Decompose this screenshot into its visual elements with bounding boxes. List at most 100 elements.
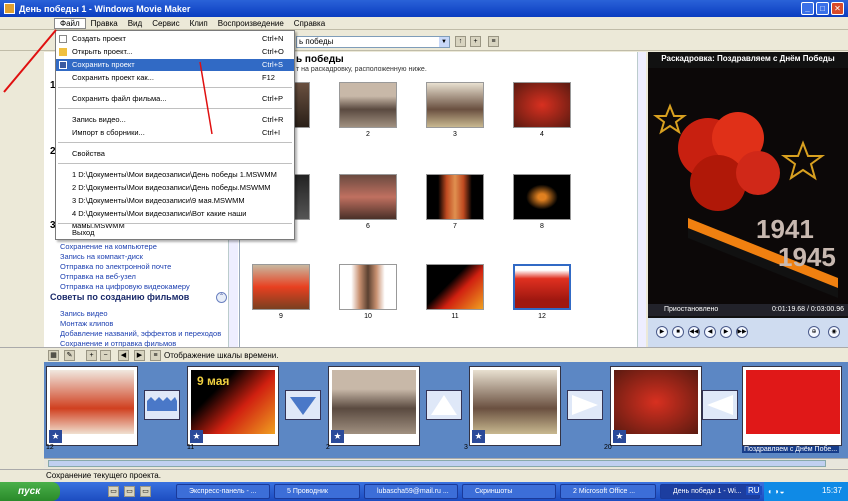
menu-help[interactable]: Справка — [289, 19, 330, 28]
split-icon[interactable]: ⊕ — [808, 326, 820, 338]
prev-frame-icon[interactable]: ◀ — [704, 326, 716, 338]
taskbar-button[interactable]: lubascha59@mail.ru ... — [364, 484, 458, 499]
view-mode-icon[interactable]: ≡ — [488, 36, 499, 47]
menu-tools[interactable]: Сервис — [147, 19, 184, 28]
storyboard-icon[interactable]: ▦ — [48, 350, 59, 361]
clip-number: 2 — [366, 131, 370, 138]
menu-item-save-movie[interactable]: Сохранить файл фильма... Ctrl+P — [56, 93, 294, 105]
clip-item[interactable]: 6 — [339, 174, 397, 230]
up-folder-icon[interactable]: ↑ — [455, 36, 466, 47]
menu-file[interactable]: Файл — [54, 17, 86, 29]
start-button[interactable]: пуск — [0, 482, 60, 501]
quicklaunch-icon[interactable]: ▭ — [124, 486, 135, 497]
effect-star-icon[interactable]: ★ — [613, 430, 626, 443]
effect-star-icon[interactable]: ★ — [472, 430, 485, 443]
link-send-web[interactable]: Отправка на веб-узел — [60, 272, 190, 282]
play-storyboard-icon[interactable]: ▶ — [134, 350, 145, 361]
tip-add-effects[interactable]: Добавление названий, эффектов и переходо… — [60, 329, 221, 339]
link-save-computer[interactable]: Сохранение на компьютере — [60, 242, 190, 252]
next-frame-icon[interactable]: ▶ — [720, 326, 732, 338]
taskbar-button-active[interactable]: День победы 1 - Wi... — [660, 484, 760, 499]
menu-edit[interactable]: Правка — [86, 19, 123, 28]
maximize-button[interactable]: □ — [816, 2, 829, 15]
scroll-thumb[interactable] — [48, 460, 826, 467]
clip-item[interactable]: 10 — [339, 264, 397, 320]
taskbar-button[interactable]: Экспресс-панель - ... — [176, 484, 270, 499]
clip-item[interactable]: 2 — [339, 82, 397, 138]
menu-item-exit[interactable]: Выход — [56, 227, 294, 239]
storyboard-scrollbar[interactable] — [44, 458, 848, 468]
menu-item-recent-2[interactable]: 2 D:\Документы\Мои видеозаписи\День побе… — [56, 182, 294, 194]
stop-icon[interactable]: ■ — [672, 326, 684, 338]
quicklaunch-icon[interactable]: ▭ — [108, 486, 119, 497]
menu-item-capture-video[interactable]: Запись видео... Ctrl+R — [56, 114, 294, 126]
status-text: Сохранение текущего проекта. — [46, 471, 161, 480]
play-icon[interactable]: ▶ — [656, 326, 668, 338]
effect-star-icon[interactable]: ★ — [49, 430, 62, 443]
taskbar-button[interactable]: Скриншоты — [462, 484, 556, 499]
collapse-icon[interactable]: ⌃ — [216, 292, 227, 303]
clip-item[interactable]: 11 — [426, 264, 484, 320]
zoom-out-icon[interactable]: − — [100, 350, 111, 361]
storyboard-clip[interactable]: ★ — [328, 366, 420, 446]
collection-dropdown[interactable]: ь победы ▼ — [296, 36, 450, 48]
zoom-in-icon[interactable]: + — [86, 350, 97, 361]
clip-item[interactable]: 3 — [426, 82, 484, 138]
menu-clip[interactable]: Клип — [185, 19, 213, 28]
clip-item[interactable]: 4 — [513, 82, 571, 138]
transition-slot[interactable] — [285, 390, 321, 420]
tip-record-video[interactable]: Запись видео — [60, 309, 221, 319]
rewind-icon[interactable]: ◀◀ — [688, 326, 700, 338]
clip-item[interactable]: 8 — [513, 174, 571, 230]
menu-item-recent-4[interactable]: 4 D:\Документы\Мои видеозаписи\Вот какие… — [56, 208, 294, 230]
menu-bar: Файл Правка Вид Сервис Клип Воспроизведе… — [0, 17, 848, 30]
menu-view[interactable]: Вид — [123, 19, 147, 28]
clip-item[interactable]: 7 — [426, 174, 484, 230]
snapshot-icon[interactable]: ◉ — [828, 326, 840, 338]
taskbar-button[interactable]: 2 Microsoft Office ... — [560, 484, 656, 499]
minimize-button[interactable]: _ — [801, 2, 814, 15]
rewind-storyboard-icon[interactable]: ◀ — [118, 350, 129, 361]
transition-slot[interactable] — [144, 390, 180, 420]
clip-number: 11 — [187, 444, 195, 451]
menu-playback[interactable]: Воспроизведение — [213, 19, 289, 28]
transition-slot[interactable] — [702, 390, 738, 420]
content-scrollbar[interactable] — [637, 52, 646, 347]
quicklaunch-icon[interactable]: ▭ — [140, 486, 151, 497]
tip-edit-clips[interactable]: Монтаж клипов — [60, 319, 221, 329]
menu-item-recent-1[interactable]: 1 D:\Документы\Мои видеозаписи\День побе… — [56, 169, 294, 181]
effect-star-icon[interactable]: ★ — [190, 430, 203, 443]
transition-slot[interactable] — [426, 390, 462, 420]
storyboard-clip[interactable]: ★ — [46, 366, 138, 446]
show-timeline-label[interactable]: Отображение шкалы времени. — [164, 351, 278, 360]
link-send-camera[interactable]: Отправка на цифровую видеокамеру — [60, 282, 190, 292]
menu-item-open-project[interactable]: Открыть проект... Ctrl+O — [56, 46, 294, 58]
menu-item-new-project[interactable]: Создать проект Ctrl+N — [56, 33, 294, 45]
clip-item[interactable]: 12 — [513, 264, 571, 320]
menu-item-properties[interactable]: Свойства — [56, 148, 294, 160]
close-button[interactable]: ✕ — [831, 2, 844, 15]
forward-icon[interactable]: ▶▶ — [736, 326, 748, 338]
playback-status: Приостановлено 0:01:19.68 / 0:03:00.96 — [648, 304, 848, 316]
language-indicator[interactable]: RU — [746, 486, 762, 495]
storyboard-clip-selected[interactable] — [742, 366, 842, 446]
storyboard-clip[interactable]: ★ — [469, 366, 561, 446]
storyboard-clip[interactable]: ★ — [610, 366, 702, 446]
storyboard-clip[interactable]: 9 мая ★ — [187, 366, 279, 446]
menu-item-save-project[interactable]: Сохранить проект Ctrl+S — [56, 59, 294, 71]
taskbar-button[interactable]: 5 Проводник — [274, 484, 360, 499]
timeline-icon[interactable]: ≡ — [150, 350, 161, 361]
new-collection-icon[interactable]: + — [470, 36, 481, 47]
clip-item[interactable]: 9 — [252, 264, 310, 320]
clip-number: 11 — [451, 313, 459, 320]
transition-slot[interactable] — [567, 390, 603, 420]
narrate-icon[interactable]: ✎ — [64, 350, 75, 361]
link-burn-cd[interactable]: Запись на компакт-диск — [60, 252, 190, 262]
menu-item-recent-3[interactable]: 3 D:\Документы\Мои видеозаписи\9 мая.MSW… — [56, 195, 294, 207]
menu-item-import[interactable]: Импорт в сборники... Ctrl+I — [56, 127, 294, 139]
chevron-down-icon[interactable]: ▼ — [439, 37, 449, 47]
tray-icons[interactable]: ◐◑◒ — [768, 487, 786, 496]
link-send-email[interactable]: Отправка по электронной почте — [60, 262, 190, 272]
effect-star-icon[interactable]: ★ — [331, 430, 344, 443]
menu-item-save-project-as[interactable]: Сохранить проект как... F12 — [56, 72, 294, 84]
